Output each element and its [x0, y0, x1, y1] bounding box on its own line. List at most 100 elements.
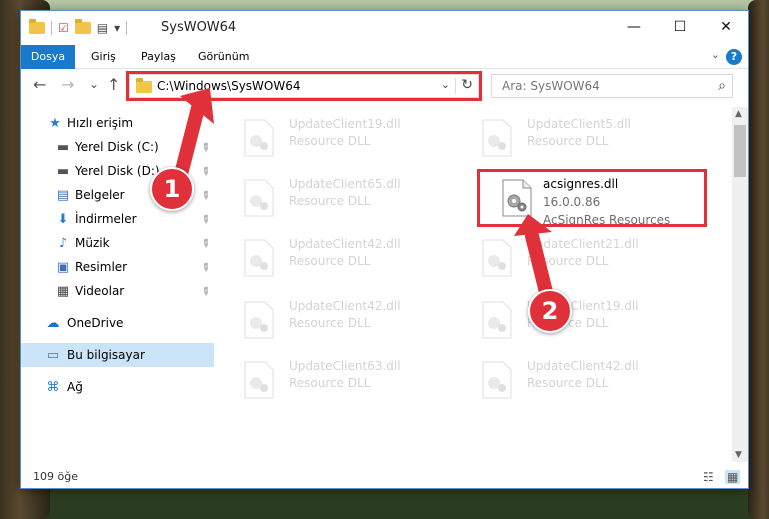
back-button[interactable]: ←	[33, 77, 46, 93]
tab-view[interactable]: Görünüm	[188, 45, 259, 69]
navigation-bar: ← → ⌄ ↑ C:\Windows\SysWOW64 ⌄ ↻ Ara: Sys…	[21, 69, 748, 103]
dll-file-icon	[244, 179, 274, 217]
pin-icon[interactable]: ✎	[198, 259, 214, 275]
new-folder-icon[interactable]	[74, 19, 91, 34]
documents-icon: ▤	[56, 187, 70, 203]
sidebar-item-label: Resimler	[75, 260, 128, 274]
navigation-pane: ★ Hızlı erişim ▬ Yerel Disk (C:) ✎ ▬ Yer…	[21, 107, 214, 462]
file-item[interactable]: UpdateClient19.dll Resource DLL	[467, 291, 695, 349]
tab-file[interactable]: Dosya	[21, 45, 75, 69]
sidebar-item-label: Ağ	[67, 380, 83, 394]
sidebar-item-label: Yerel Disk (D:)	[75, 164, 160, 178]
sidebar-item-downloads[interactable]: ⬇ İndirmeler ✎	[21, 207, 214, 231]
sidebar-item-videos[interactable]: ▦ Videolar ✎	[21, 279, 214, 303]
details-view-icon[interactable]: ☷	[703, 470, 714, 484]
pin-icon[interactable]: ✎	[198, 187, 214, 203]
chevron-down-icon[interactable]: ▾	[114, 22, 120, 34]
pin-icon[interactable]: ✎	[198, 139, 214, 155]
vertical-scrollbar[interactable]: ▲ ▼	[732, 107, 748, 462]
computer-icon: ▭	[46, 347, 60, 363]
tab-share[interactable]: Paylaş	[131, 45, 186, 69]
file-item[interactable]: UpdateClient19.dll Resource DLL	[229, 109, 457, 167]
file-description: Resource DLL	[289, 194, 371, 208]
dll-file-icon	[244, 119, 274, 157]
tiles-view-icon[interactable]: ▦	[725, 470, 741, 484]
sidebar-item-onedrive[interactable]: ☁ OneDrive	[21, 311, 214, 335]
sidebar-item-this-pc[interactable]: ▭ Bu bilgisayar	[21, 343, 214, 367]
minimize-button[interactable]: —	[611, 11, 657, 42]
quick-access-toolbar: ☑ ▤ ▾	[29, 18, 128, 38]
file-item[interactable]: UpdateClient42.dll Resource DLL	[229, 229, 457, 287]
sidebar-item-label: Yerel Disk (C:)	[75, 140, 159, 154]
sidebar-item-label: Müzik	[75, 236, 110, 250]
search-input[interactable]: Ara: SysWOW64	[502, 79, 600, 93]
ribbon: Dosya Giriş Paylaş Görünüm ⌄ ?	[21, 45, 748, 69]
file-list: UpdateClient19.dll Resource DLL UpdateCl…	[221, 107, 731, 462]
explorer-window: ☑ ▤ ▾ SysWOW64 — ☐ ✕ Dosya Giriş Paylaş …	[20, 10, 749, 489]
file-highlight-box	[477, 169, 707, 227]
scroll-up-icon[interactable]: ▲	[735, 109, 742, 119]
dll-file-icon	[482, 119, 512, 157]
dll-file-icon	[482, 301, 512, 339]
drive-icon: ▬	[56, 139, 70, 155]
background-tree	[748, 0, 769, 519]
videos-icon: ▦	[56, 283, 70, 299]
sidebar-item-music[interactable]: ♪ Müzik ✎	[21, 231, 214, 255]
help-icon[interactable]: ?	[726, 49, 742, 65]
step-1-badge: 1	[150, 167, 194, 211]
customize-toolbar-icon[interactable]: ▤	[97, 22, 108, 34]
star-icon: ★	[49, 115, 61, 131]
sidebar-item-pictures[interactable]: ▣ Resimler ✎	[21, 255, 214, 279]
file-item[interactable]: UpdateClient65.dll Resource DLL	[229, 169, 457, 227]
sidebar-item-label: İndirmeler	[75, 212, 137, 226]
pin-icon[interactable]: ✎	[198, 235, 214, 251]
file-item[interactable]: UpdateClient63.dll Resource DLL	[229, 351, 457, 409]
item-count: 109 öğe	[33, 470, 78, 483]
file-description: Resource DLL	[527, 376, 609, 390]
file-name: UpdateClient42.dll	[527, 359, 639, 373]
up-button[interactable]: ↑	[107, 77, 120, 93]
download-icon: ⬇	[57, 211, 69, 227]
sidebar-item-network[interactable]: ⌘ Ağ	[21, 375, 214, 399]
close-button[interactable]: ✕	[703, 11, 749, 42]
pin-icon[interactable]: ✎	[198, 283, 214, 299]
sidebar-item-label: Belgeler	[75, 188, 125, 202]
status-bar: 109 öğe ☷ ▦	[21, 466, 748, 488]
pin-icon[interactable]: ✎	[198, 163, 214, 179]
music-icon: ♪	[58, 235, 68, 251]
scroll-down-icon[interactable]: ▼	[735, 450, 742, 460]
file-description: Resource DLL	[289, 134, 371, 148]
file-description: Resource DLL	[527, 254, 609, 268]
forward-button[interactable]: →	[61, 77, 74, 93]
pin-icon[interactable]: ✎	[198, 211, 214, 227]
properties-icon[interactable]: ☑	[58, 22, 69, 34]
file-name: UpdateClient42.dll	[289, 299, 401, 313]
sidebar-item-local-disk-c[interactable]: ▬ Yerel Disk (C:) ✎	[21, 135, 214, 159]
file-item[interactable]: UpdateClient42.dll Resource DLL	[467, 351, 695, 409]
file-name: UpdateClient19.dll	[289, 117, 401, 131]
file-name: UpdateClient65.dll	[289, 177, 401, 191]
tab-home[interactable]: Giriş	[81, 45, 126, 69]
sidebar-item-label: Bu bilgisayar	[67, 348, 145, 362]
sidebar-item-label: Videolar	[75, 284, 125, 298]
sidebar-item-quick-access[interactable]: ★ Hızlı erişim	[21, 111, 214, 135]
sidebar-item-label: Hızlı erişim	[67, 116, 134, 130]
file-name: UpdateClient5.dll	[527, 117, 631, 131]
search-icon: ⌕	[718, 78, 726, 94]
expand-ribbon-icon[interactable]: ⌄	[711, 48, 720, 61]
file-item[interactable]: UpdateClient21.dll Resource DLL	[467, 229, 695, 287]
file-item[interactable]: UpdateClient42.dll Resource DLL	[229, 291, 457, 349]
dll-file-icon	[482, 239, 512, 277]
dll-file-icon	[244, 239, 274, 277]
scrollbar-thumb[interactable]	[734, 125, 746, 177]
toolbar-separator	[51, 21, 52, 35]
folder-icon	[29, 19, 45, 34]
recent-locations-button[interactable]: ⌄	[89, 78, 99, 90]
toolbar-separator	[126, 21, 128, 35]
file-description: Resource DLL	[289, 254, 371, 268]
title-bar: ☑ ▤ ▾ SysWOW64 — ☐ ✕	[21, 11, 748, 45]
search-box[interactable]: Ara: SysWOW64 ⌕	[491, 74, 733, 98]
maximize-button[interactable]: ☐	[657, 11, 703, 42]
file-item[interactable]: UpdateClient5.dll Resource DLL	[467, 109, 695, 167]
cloud-icon: ☁	[46, 315, 60, 331]
